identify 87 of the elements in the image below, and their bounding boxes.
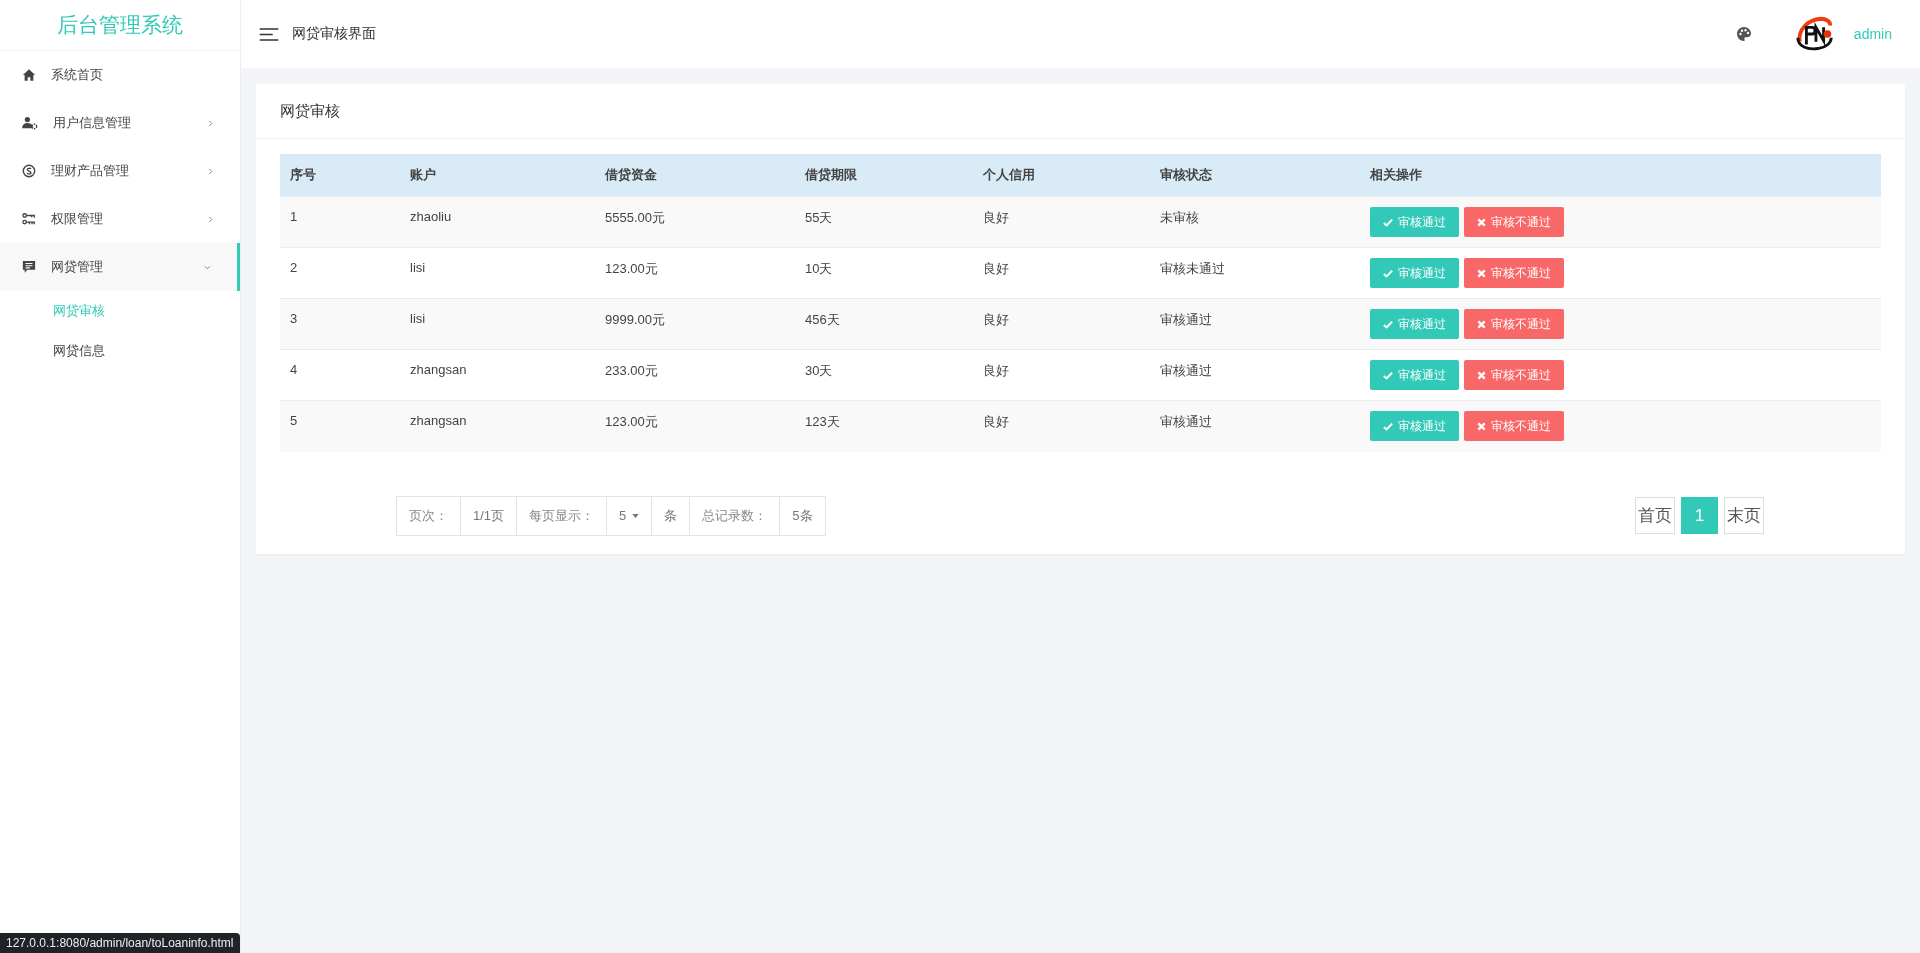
palette-icon[interactable] — [1735, 26, 1752, 42]
column-header: 相关操作 — [1360, 154, 1881, 197]
caret-icon — [632, 513, 640, 518]
check-icon — [1383, 370, 1393, 380]
pagination-label: 每页显示： — [516, 496, 607, 535]
table-cell: 5 — [290, 413, 298, 428]
table-cell: 233.00元 — [605, 363, 658, 378]
check-icon — [1383, 421, 1393, 431]
pagination-value: 5条 — [779, 496, 825, 535]
table-cell: 9999.00元 — [605, 312, 665, 327]
approve-button[interactable]: 审核通过 — [1370, 309, 1459, 339]
close-icon — [1477, 421, 1486, 431]
home-icon — [22, 68, 36, 82]
pagination-value: 条 — [651, 496, 690, 535]
app-title: 后台管理系统 — [0, 0, 240, 51]
table-cell: 良好 — [983, 363, 1009, 378]
key-icon — [22, 212, 36, 226]
page-button[interactable]: 末页 — [1724, 497, 1764, 534]
table-cell: 良好 — [983, 312, 1009, 327]
approve-button[interactable]: 审核通过 — [1370, 411, 1459, 441]
menu-item[interactable]: 权限管理 — [0, 195, 240, 243]
approve-button[interactable]: 审核通过 — [1370, 258, 1459, 288]
table-cell: zhangsan — [410, 362, 467, 377]
table-cell: 55天 — [805, 210, 833, 225]
table-cell: lisi — [410, 260, 426, 275]
table-cell: 4 — [290, 362, 298, 377]
reject-button[interactable]: 审核不通过 — [1464, 309, 1564, 339]
table-cell: lisi — [410, 311, 426, 326]
reject-button[interactable]: 审核不通过 — [1464, 258, 1564, 288]
page-size-select[interactable]: 5 — [606, 496, 652, 535]
status-url: 127.0.0.1:8080/admin/loan/toLoaninfo.html — [0, 933, 240, 953]
table-cell: 456天 — [805, 312, 840, 327]
close-icon — [1477, 217, 1486, 227]
approve-button[interactable]: 审核通过 — [1370, 360, 1459, 390]
table-cell: 未审核 — [1160, 210, 1199, 225]
column-header: 借贷资金 — [595, 154, 795, 197]
pagination-label: 总记录数： — [689, 496, 780, 535]
reject-button[interactable]: 审核不通过 — [1464, 411, 1564, 441]
menu-item[interactable]: 理财产品管理 — [0, 147, 240, 195]
approve-button[interactable]: 审核通过 — [1370, 207, 1459, 237]
menu-item[interactable]: 系统首页 — [0, 51, 240, 99]
table-cell: 10天 — [805, 261, 833, 276]
table-cell: zhaoliu — [410, 209, 452, 224]
menu-item[interactable]: 用户信息管理 — [0, 99, 240, 147]
table-cell: 123.00元 — [605, 414, 658, 429]
table-cell: 审核未通过 — [1160, 261, 1225, 276]
close-icon — [1477, 268, 1486, 278]
menu-item[interactable]: 网贷管理 — [0, 243, 240, 291]
table-cell: 良好 — [983, 210, 1009, 225]
close-icon — [1477, 319, 1486, 329]
column-header: 账户 — [400, 154, 595, 197]
page-button[interactable]: 1 — [1681, 497, 1718, 534]
table-cell: 5555.00元 — [605, 210, 665, 225]
username[interactable]: admin — [1853, 26, 1892, 42]
table-cell: 30天 — [805, 363, 833, 378]
column-header: 借贷期限 — [795, 154, 973, 197]
user-settings-icon — [22, 116, 38, 130]
menu-icon[interactable] — [259, 27, 279, 41]
submenu-item[interactable]: 网贷审核 — [0, 291, 240, 331]
column-header: 审核状态 — [1150, 154, 1360, 197]
table-cell: 123天 — [805, 414, 840, 429]
table-cell: 良好 — [983, 261, 1009, 276]
card-title: 网贷审核 — [256, 84, 1905, 139]
submenu-item[interactable]: 网贷信息 — [0, 331, 240, 371]
table-cell: 审核通过 — [1160, 312, 1212, 327]
table-cell: 审核通过 — [1160, 414, 1212, 429]
table-cell: 良好 — [983, 414, 1009, 429]
check-icon — [1383, 319, 1393, 329]
message-icon — [22, 260, 36, 274]
coin-icon — [22, 164, 36, 178]
table-cell: 2 — [290, 260, 298, 275]
pagination-label: 页次： — [408, 506, 449, 525]
column-header: 个人信用 — [973, 154, 1150, 197]
column-header: 序号 — [280, 154, 400, 197]
table-cell: zhangsan — [410, 413, 467, 428]
close-icon — [1477, 370, 1486, 380]
check-icon — [1383, 268, 1393, 278]
pagination-value: 1/1页 — [460, 496, 517, 535]
check-icon — [1383, 217, 1393, 227]
page-button[interactable]: 首页 — [1635, 497, 1675, 534]
reject-button[interactable]: 审核不通过 — [1464, 360, 1564, 390]
page-title: 网贷审核界面 — [292, 25, 376, 43]
table-cell: 3 — [290, 311, 298, 326]
reject-button[interactable]: 审核不通过 — [1464, 207, 1564, 237]
table-cell: 123.00元 — [605, 261, 658, 276]
table-cell: 1 — [290, 209, 298, 224]
table-cell: 审核通过 — [1160, 363, 1212, 378]
